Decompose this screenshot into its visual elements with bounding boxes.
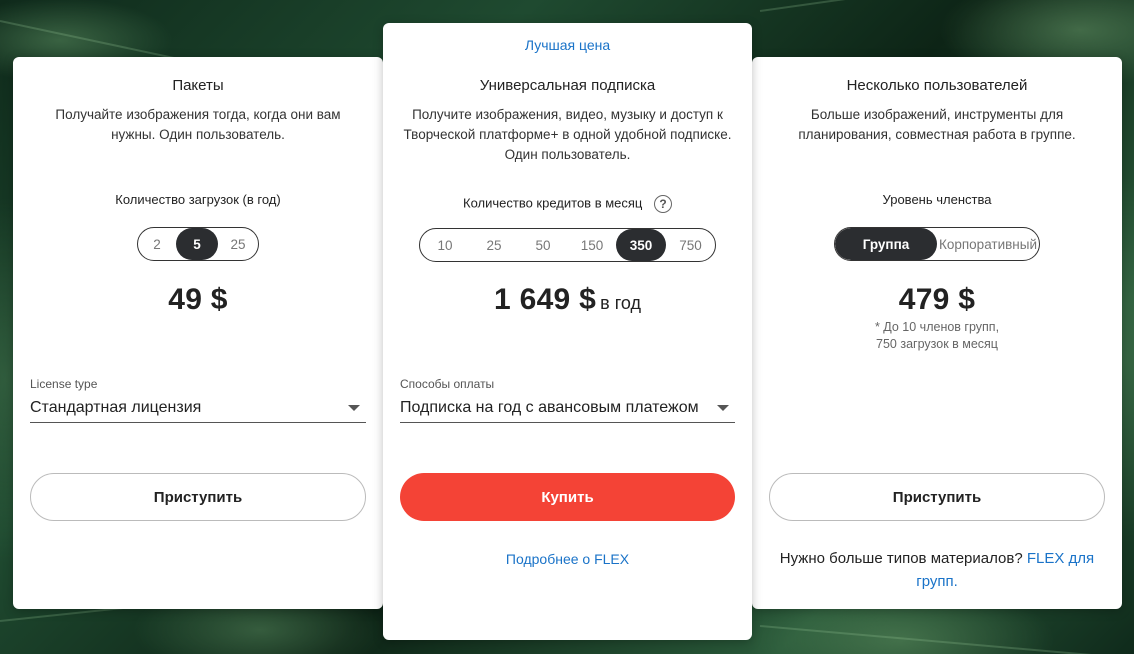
license-field-label: License type [30, 377, 98, 391]
card-title: Пакеты [172, 77, 224, 94]
question-circle-icon[interactable]: ? [653, 195, 672, 213]
multi-user-card: Несколько пользователей Больше изображен… [752, 57, 1122, 609]
background-leaf [759, 0, 1058, 12]
price-note-1: * До 10 членов групп, [874, 320, 1000, 334]
background-leaf [759, 625, 1129, 654]
credits-option-50[interactable]: 50 [518, 229, 568, 261]
credits-option-10[interactable]: 10 [420, 229, 470, 261]
membership-selector: Группа Корпоративный [834, 227, 1040, 261]
card-title: Универсальная подписка [479, 77, 656, 94]
payment-select[interactable]: Подписка на год с авансовым платежом [400, 393, 735, 423]
downloads-option-5[interactable]: 5 [176, 228, 218, 260]
payment-field-label: Способы оплаты [400, 377, 495, 391]
membership-label: Уровень членства [882, 192, 992, 207]
downloads-selector: 2 5 25 [137, 227, 259, 261]
card-description: Получите изображения, видео, музыку и до… [403, 107, 732, 162]
license-select[interactable]: Стандартная лицензия [30, 393, 366, 423]
credits-label: Количество кредитов в месяц [463, 195, 643, 211]
universal-card: Лучшая цена Универсальная подписка Получ… [383, 23, 752, 640]
footer-text: Нужно больше типов материалов? FLEX для … [752, 547, 1122, 593]
credits-label-row: Количество кредитов в месяц ? [383, 195, 752, 213]
membership-option-enterprise[interactable]: Корпоративный [937, 228, 1039, 260]
footer-question: Нужно больше типов материалов? [779, 550, 1023, 567]
card-description: Больше изображений, инструменты для план… [798, 107, 1076, 142]
downloads-label: Количество загрузок (в год) [115, 192, 281, 207]
price: 479 $ [898, 283, 976, 316]
flex-more-link[interactable]: Подробнее о FLEX [506, 551, 629, 567]
start-button[interactable]: Приступить [30, 473, 366, 521]
credits-selector: 10 25 50 150 350 750 [419, 228, 716, 262]
buy-button[interactable]: Купить [400, 473, 735, 521]
price-note-2: 750 загрузок в месяц [876, 337, 998, 351]
downloads-option-2[interactable]: 2 [138, 228, 176, 260]
caret-down-icon [717, 404, 729, 411]
price-period: в год [600, 293, 642, 313]
price: 1 649 $ [493, 283, 597, 316]
credits-option-350[interactable]: 350 [616, 229, 666, 261]
packs-card: Пакеты Получайте изображения тогда, когд… [13, 57, 383, 609]
credits-option-150[interactable]: 150 [568, 229, 616, 261]
price-row: 1 649 $ в год [383, 283, 752, 317]
card-title: Несколько пользователей [846, 77, 1028, 94]
price: 49 $ [168, 283, 228, 316]
caret-down-icon [348, 404, 360, 411]
credits-option-750[interactable]: 750 [666, 229, 715, 261]
credits-option-25[interactable]: 25 [470, 229, 518, 261]
license-select-value: Стандартная лицензия [30, 398, 202, 416]
more-link-row: Подробнее о FLEX [383, 551, 752, 567]
start-button[interactable]: Приступить [769, 473, 1105, 521]
membership-option-group[interactable]: Группа [835, 228, 937, 260]
downloads-option-25[interactable]: 25 [218, 228, 258, 260]
best-price-badge: Лучшая цена [524, 37, 611, 53]
card-description: Получайте изображения тогда, когда они в… [55, 107, 341, 142]
payment-select-value: Подписка на год с авансовым платежом [400, 398, 699, 416]
